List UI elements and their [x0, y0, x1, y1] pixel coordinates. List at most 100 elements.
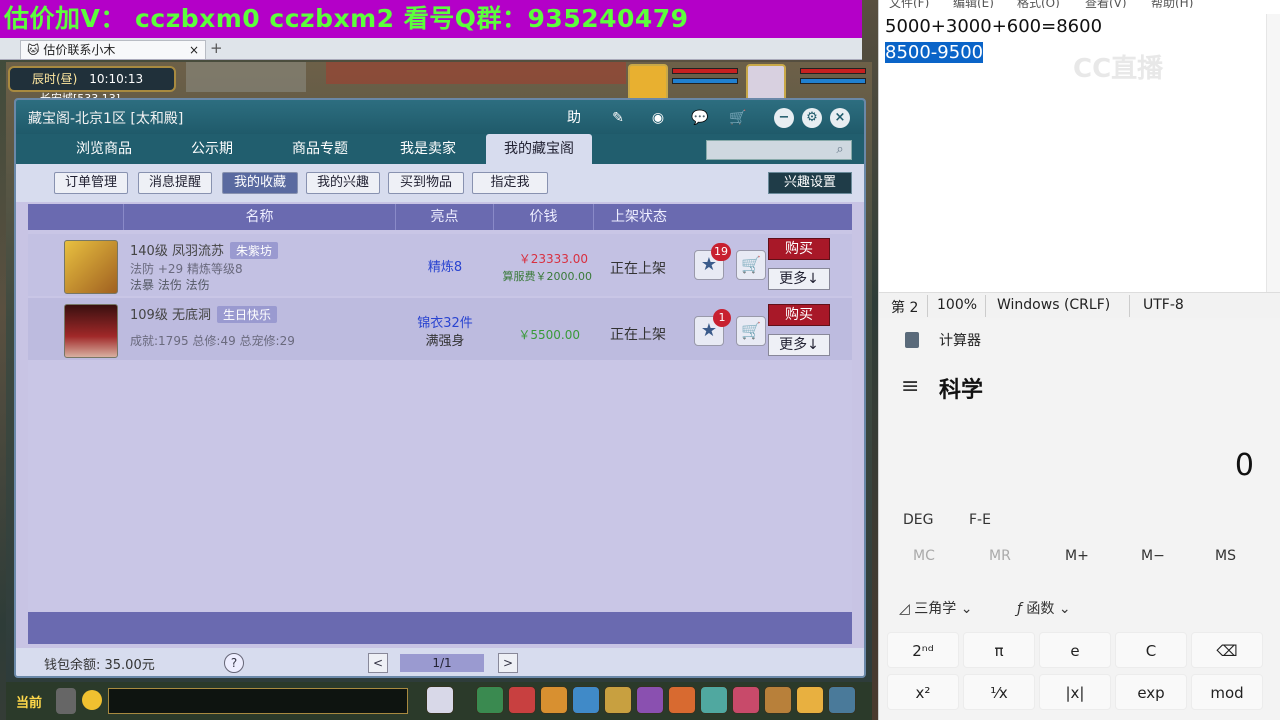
close-icon[interactable]: × — [830, 108, 850, 128]
square-key[interactable]: x² — [887, 674, 959, 710]
team-icon[interactable] — [572, 686, 600, 714]
treasure-titlebar: 藏宝阁-北京1区 [太和殿] 助 ✎ ◉ 💬 🛒 − ⚙ × — [16, 100, 864, 134]
tab-publicity[interactable]: 公示期 — [164, 134, 260, 164]
activity-icon[interactable] — [700, 686, 728, 714]
browser-tab[interactable]: 🐱 估价联系小木 × — [20, 40, 206, 59]
tab-seller[interactable]: 我是卖家 — [380, 134, 476, 164]
menu-format[interactable]: 格式(O) — [1017, 0, 1060, 8]
search-icon[interactable]: ⌕ — [831, 141, 849, 159]
edit-icon[interactable]: ✎ — [608, 108, 628, 128]
status-line-ending: Windows (CRLF) — [997, 297, 1111, 313]
tab-my-treasure[interactable]: 我的藏宝阁 — [486, 134, 592, 164]
exp-key[interactable]: exp — [1115, 674, 1187, 710]
menu-file[interactable]: 文件(F) — [889, 0, 929, 8]
cart-icon[interactable]: 🛒 — [728, 108, 748, 128]
order-management-button[interactable]: 订单管理 — [54, 172, 128, 194]
prev-page-button[interactable]: < — [368, 653, 388, 673]
purchased-items-button[interactable]: 买到物品 — [388, 172, 464, 194]
next-page-button[interactable]: > — [498, 653, 518, 673]
notepad-text-area[interactable]: 5000+3000+600=8600 8500-9500 — [885, 14, 1102, 66]
help-assistant-button[interactable]: 助 — [564, 108, 584, 128]
memory-add-button[interactable]: M+ — [1065, 548, 1089, 564]
menu-view[interactable]: 查看(V) — [1085, 0, 1127, 8]
more-button[interactable]: 更多↓ — [768, 268, 830, 290]
emoji-icon[interactable] — [82, 690, 102, 710]
quest-icon[interactable] — [540, 686, 568, 714]
table-row[interactable]: 109级 无底洞 生日快乐 成就:1795 总修:49 总宠修:29 锦衣32件 … — [28, 298, 852, 360]
memory-recall-button[interactable]: MR — [989, 548, 1011, 564]
microphone-icon[interactable] — [56, 688, 76, 714]
mod-key[interactable]: mod — [1191, 674, 1263, 710]
buy-button[interactable]: 购买 — [768, 238, 830, 260]
settings-icon[interactable]: ⚙ — [802, 108, 822, 128]
add-to-cart-button[interactable]: 🛒 — [736, 250, 766, 280]
system-icon[interactable] — [828, 686, 856, 714]
smile-icon[interactable] — [796, 686, 824, 714]
item-bag-icon[interactable] — [476, 686, 504, 714]
angle-mode-button[interactable]: DEG — [903, 512, 933, 528]
buy-button[interactable]: 购买 — [768, 304, 830, 326]
game-clock: 10:10:13 — [89, 72, 144, 86]
memory-clear-button[interactable]: MC — [913, 548, 935, 564]
interest-settings-button[interactable]: 兴趣设置 — [768, 172, 852, 194]
treasure-navbar: 浏览商品 公示期 商品专题 我是卖家 我的藏宝阁 ⌕ — [16, 134, 864, 164]
trigonometry-dropdown[interactable]: ◿ 三角学 ⌄ — [899, 598, 972, 618]
favorite-star-button[interactable]: ★ 19 — [694, 243, 731, 280]
message-reminder-button[interactable]: 消息提醒 — [138, 172, 212, 194]
item-effects: 法暴 法伤 法伤 — [130, 278, 210, 292]
guild-icon[interactable] — [636, 686, 664, 714]
help-icon[interactable]: ? — [224, 653, 244, 673]
skill-icon[interactable] — [508, 686, 536, 714]
mall-icon[interactable] — [668, 686, 696, 714]
pi-key[interactable]: π — [963, 632, 1035, 668]
tab-close-icon[interactable]: × — [189, 41, 199, 59]
reciprocal-key[interactable]: ¹⁄x — [963, 674, 1035, 710]
my-favorites-button[interactable]: 我的收藏 — [222, 172, 298, 194]
add-to-cart-button[interactable]: 🛒 — [736, 316, 766, 346]
record-icon[interactable]: ◉ — [648, 108, 668, 128]
chat-channel-label[interactable]: 当前 — [16, 692, 42, 711]
tab-browse[interactable]: 浏览商品 — [56, 134, 152, 164]
minimize-icon[interactable]: − — [774, 108, 794, 128]
friends-icon[interactable] — [604, 686, 632, 714]
ranking-icon[interactable] — [764, 686, 792, 714]
table-row[interactable]: 140级 凤羽流苏 朱紫坊 法防 +29 精炼等级8 法暴 法伤 法伤 精炼8 ￥… — [28, 234, 852, 296]
absolute-key[interactable]: |x| — [1039, 674, 1111, 710]
character-avatar-icon[interactable] — [64, 304, 118, 358]
player-mp-bar — [800, 78, 866, 84]
item-fee: 算服费￥2000.00 — [502, 270, 593, 283]
fe-button[interactable]: F-E — [969, 512, 991, 528]
memory-subtract-button[interactable]: M− — [1141, 548, 1165, 564]
tab-topics[interactable]: 商品专题 — [272, 134, 368, 164]
vertical-scrollbar[interactable] — [1266, 14, 1280, 292]
clear-key[interactable]: C — [1115, 632, 1187, 668]
fan-item-icon[interactable] — [64, 240, 118, 294]
wallet-balance: 钱包余额: 35.00元 — [44, 658, 155, 673]
more-button[interactable]: 更多↓ — [768, 334, 830, 356]
second-function-key[interactable]: 2ⁿᵈ — [887, 632, 959, 668]
hamburger-menu-icon[interactable]: ≡ — [901, 374, 919, 399]
player-portrait-icon[interactable] — [746, 64, 786, 102]
player-hp-bar — [800, 68, 866, 74]
table-header: 名称 亮点 价钱 上架状态 — [28, 204, 852, 230]
favorite-count-badge: 19 — [711, 243, 731, 261]
backspace-key[interactable]: ⌫ — [1191, 632, 1263, 668]
search-input[interactable]: ⌕ — [706, 140, 852, 160]
chat-icon[interactable]: 💬 — [690, 108, 710, 128]
notepad-window: 文件(F) 编辑(E) 格式(O) 查看(V) 帮助(H) CC直播 5000+… — [878, 0, 1280, 318]
menu-help[interactable]: 帮助(H) — [1151, 0, 1193, 8]
menu-edit[interactable]: 编辑(E) — [953, 0, 994, 8]
game-time-label: 辰时(昼) — [32, 72, 78, 86]
game-time-box: 辰时(昼) 10:10:13 — [8, 66, 176, 92]
assigned-to-me-button[interactable]: 指定我 — [472, 172, 548, 194]
pet-portrait-icon[interactable] — [628, 64, 668, 102]
memory-store-button[interactable]: MS — [1215, 548, 1236, 564]
my-interests-button[interactable]: 我的兴趣 — [306, 172, 380, 194]
e-key[interactable]: e — [1039, 632, 1111, 668]
pet-icon[interactable] — [426, 686, 454, 714]
function-dropdown[interactable]: ƒ 函数 ⌄ — [1017, 598, 1071, 618]
favorite-star-button[interactable]: ★ 1 — [694, 309, 731, 346]
new-tab-icon[interactable]: + — [210, 39, 223, 57]
chat-input[interactable] — [108, 688, 408, 714]
gift-icon[interactable] — [732, 686, 760, 714]
